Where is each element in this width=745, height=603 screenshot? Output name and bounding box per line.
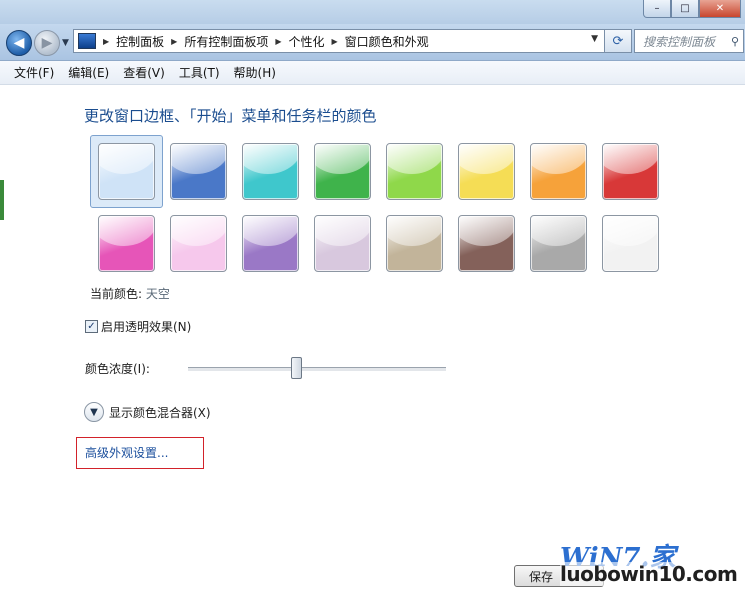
swatch-gloss [459, 216, 514, 246]
color-swatch-leaf[interactable] [314, 143, 371, 200]
main-content: 更改窗口边框、「开始」菜单和任务栏的颜色 当前颜色: 天空 ✓ 启用透明效果(N… [0, 85, 745, 603]
color-swatch-chocolate[interactable] [458, 215, 515, 272]
color-mixer-label[interactable]: 显示颜色混合器(X) [109, 404, 211, 421]
chevron-right-icon[interactable]: ▶ [275, 37, 281, 46]
close-button[interactable]: ✕ [699, 0, 741, 18]
navigation-bar: ◀ ▶ ▼ ▶ 控制面板 ▶ 所有控制面板项 ▶ 个性化 ▶ 窗口颜色和外观 ▼… [0, 24, 745, 61]
color-mixer-expand-button[interactable]: ▼ [84, 402, 104, 422]
breadcrumb-personalization[interactable]: 个性化 [289, 33, 325, 50]
menu-bar: 文件(F) 编辑(E) 查看(V) 工具(T) 帮助(H) [0, 61, 745, 85]
transparency-checkbox[interactable]: ✓ [85, 320, 98, 333]
color-swatch-fuchsia[interactable] [98, 215, 155, 272]
color-swatch-taupe[interactable] [386, 215, 443, 272]
refresh-icon: ⟳ [612, 33, 624, 49]
color-swatch-violet[interactable] [242, 215, 299, 272]
minimize-button[interactable]: – [643, 0, 671, 18]
chevron-right-icon[interactable]: ▶ [103, 37, 109, 46]
swatch-gloss [171, 144, 226, 174]
address-bar[interactable]: ▶ 控制面板 ▶ 所有控制面板项 ▶ 个性化 ▶ 窗口颜色和外观 ▼ [73, 29, 605, 53]
color-swatch-frost[interactable] [458, 143, 515, 200]
breadcrumb-window-color[interactable]: 窗口颜色和外观 [345, 33, 429, 50]
color-swatch-slate[interactable] [530, 215, 587, 272]
maximize-button[interactable]: □ [671, 0, 699, 18]
title-bar: – □ ✕ [0, 0, 745, 24]
menu-file[interactable]: 文件(F) [0, 64, 62, 81]
menu-tools[interactable]: 工具(T) [173, 64, 228, 81]
address-dropdown-icon[interactable]: ▼ [591, 34, 598, 44]
color-swatch-pumpkin[interactable] [530, 143, 587, 200]
intensity-slider-thumb[interactable] [291, 357, 303, 379]
search-input[interactable]: 搜索控制面板 [635, 33, 731, 50]
swatch-gloss [459, 144, 514, 174]
breadcrumb-all-items[interactable]: 所有控制面板项 [184, 33, 268, 50]
color-swatch-sea[interactable] [242, 143, 299, 200]
color-swatch-twilight[interactable] [170, 143, 227, 200]
color-swatch-ruby[interactable] [602, 143, 659, 200]
current-color-text: 当前颜色: 天空 [90, 285, 170, 302]
watermark-url: luobowin10.com [560, 562, 738, 586]
swatch-gloss [387, 216, 442, 246]
search-box[interactable]: 搜索控制面板 ⚲ [634, 29, 744, 53]
background-window-edge [0, 180, 4, 220]
swatch-gloss [603, 216, 658, 246]
swatch-gloss [243, 216, 298, 246]
swatch-gloss [171, 216, 226, 246]
swatch-gloss [99, 216, 154, 246]
swatch-gloss [531, 144, 586, 174]
color-swatch-blush[interactable] [170, 215, 227, 272]
color-swatch-lavender[interactable] [314, 215, 371, 272]
current-color-value: 天空 [145, 287, 170, 301]
current-color-label: 当前颜色: [90, 287, 143, 301]
color-swatch-sky[interactable] [98, 143, 155, 200]
refresh-button[interactable]: ⟳ [604, 29, 632, 53]
color-swatch-lime[interactable] [386, 143, 443, 200]
advanced-appearance-link[interactable]: 高级外观设置... [85, 444, 168, 461]
intensity-slider-track[interactable] [188, 367, 446, 372]
chevron-right-icon[interactable]: ▶ [332, 37, 338, 46]
swatch-gloss [243, 144, 298, 174]
color-swatch-frost-white[interactable] [602, 215, 659, 272]
swatch-gloss [531, 216, 586, 246]
chevron-down-icon: ▼ [90, 406, 98, 418]
breadcrumb-control-panel[interactable]: 控制面板 [116, 33, 164, 50]
back-button[interactable]: ◀ [6, 30, 32, 56]
recent-pages-dropdown-icon[interactable]: ▼ [62, 38, 69, 48]
swatch-gloss [387, 144, 442, 174]
menu-view[interactable]: 查看(V) [117, 64, 173, 81]
menu-help[interactable]: 帮助(H) [228, 64, 284, 81]
swatch-gloss [603, 144, 658, 174]
menu-edit[interactable]: 编辑(E) [62, 64, 117, 81]
forward-button[interactable]: ▶ [34, 30, 60, 56]
swatch-gloss [315, 144, 370, 174]
transparency-label[interactable]: 启用透明效果(N) [101, 318, 191, 335]
swatch-gloss [315, 216, 370, 246]
page-title: 更改窗口边框、「开始」菜单和任务栏的颜色 [84, 107, 377, 125]
search-icon[interactable]: ⚲ [731, 35, 743, 48]
chevron-right-icon[interactable]: ▶ [171, 37, 177, 46]
control-panel-icon [78, 33, 96, 49]
window-controls: – □ ✕ [643, 0, 741, 18]
swatch-gloss [99, 144, 154, 174]
intensity-label: 颜色浓度(I): [85, 362, 150, 376]
